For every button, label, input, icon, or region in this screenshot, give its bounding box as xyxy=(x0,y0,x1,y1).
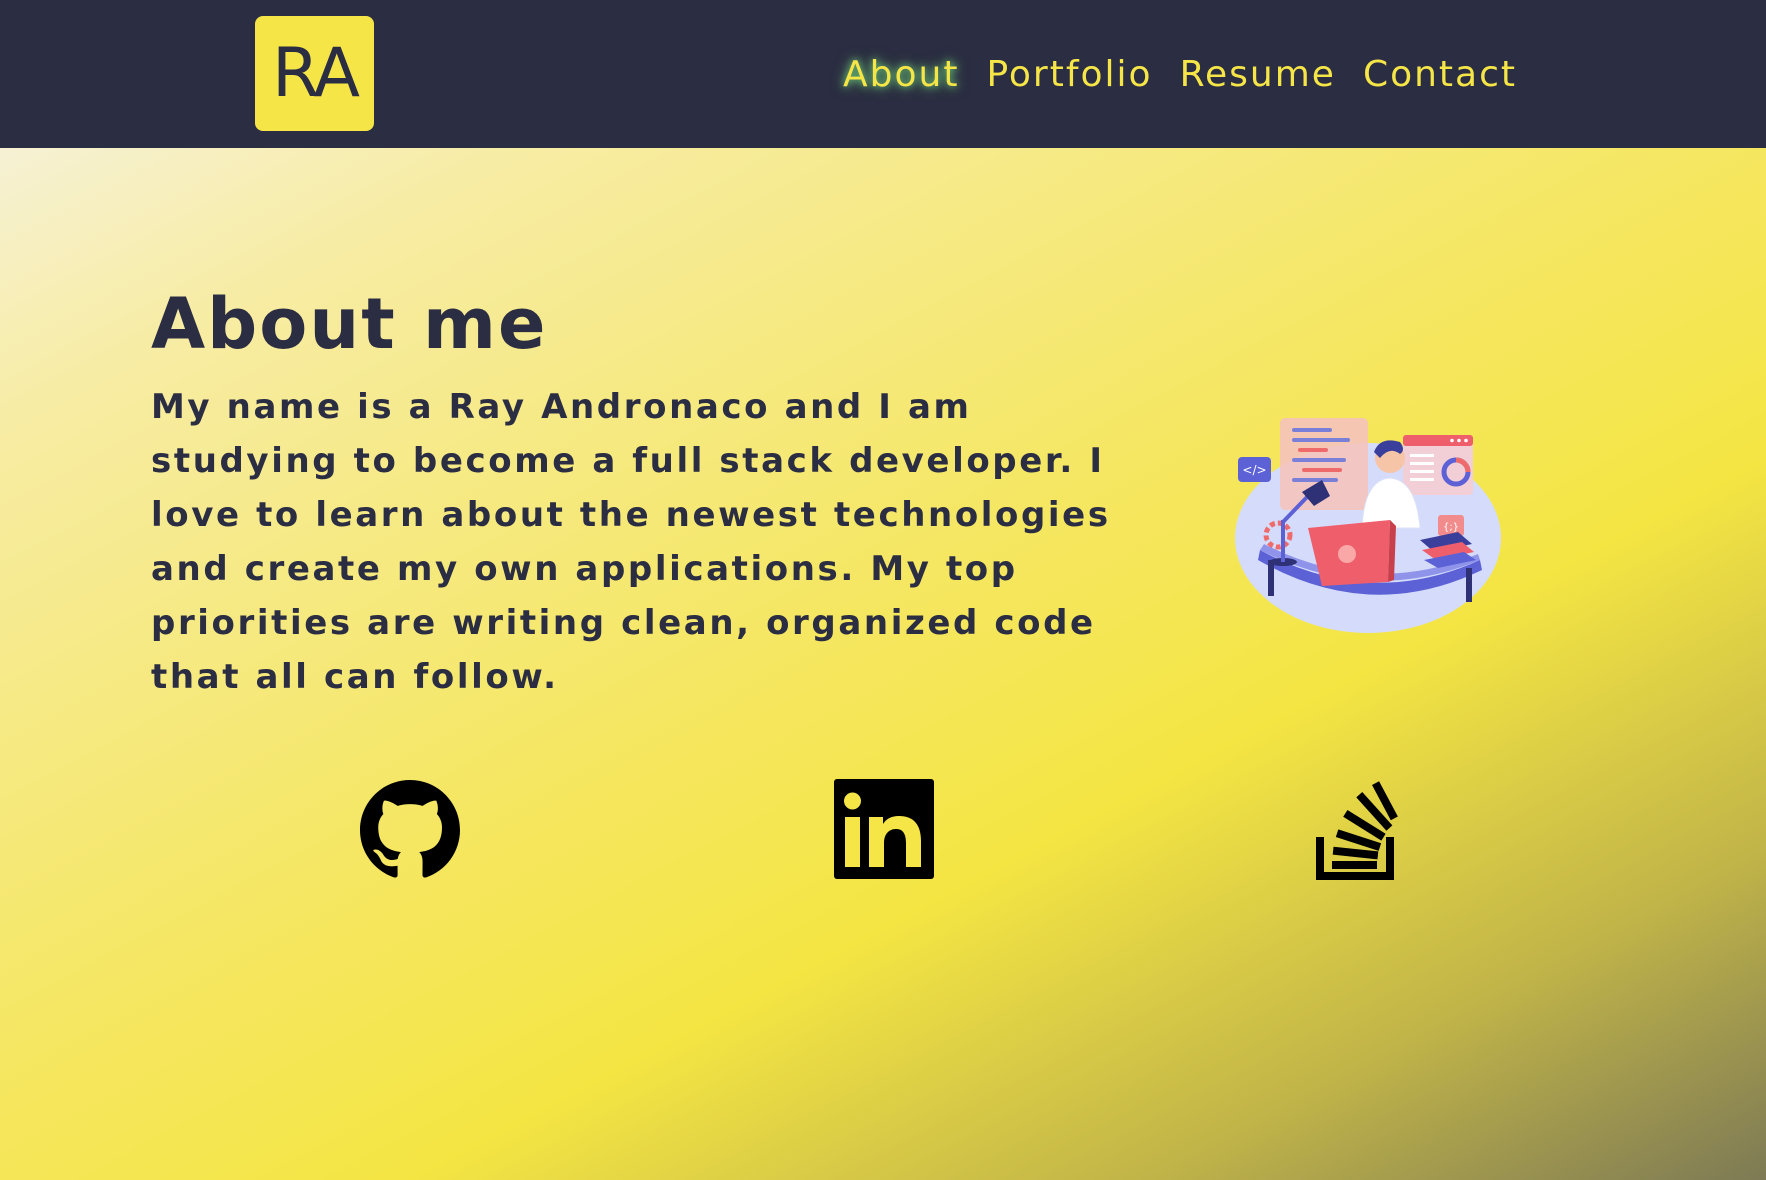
github-link[interactable] xyxy=(359,780,461,880)
main-nav: About Portfolio Resume Contact xyxy=(843,48,1517,102)
stackoverflow-icon xyxy=(1316,781,1398,880)
stackoverflow-link[interactable] xyxy=(1314,777,1400,881)
nav-portfolio-link[interactable]: Portfolio xyxy=(986,48,1152,102)
about-paragraph: My name is a Ray Andronaco and I am stud… xyxy=(151,387,1111,697)
nav-contact-link[interactable]: Contact xyxy=(1363,48,1517,102)
developer-illustration: </> {;} xyxy=(1235,418,1501,633)
nav-resume-link[interactable]: Resume xyxy=(1180,48,1336,102)
logo-text: RA xyxy=(271,34,360,113)
page-title: About me xyxy=(151,283,548,365)
logo[interactable]: RA xyxy=(255,16,374,131)
linkedin-link[interactable] xyxy=(834,779,934,879)
svg-text:</>: </> xyxy=(1242,463,1266,477)
nav-about-link[interactable]: About xyxy=(843,48,959,102)
svg-text:{;}: {;} xyxy=(1443,522,1459,533)
navbar: RA About Portfolio Resume Contact xyxy=(0,0,1766,148)
linkedin-icon xyxy=(834,779,934,879)
github-icon xyxy=(360,780,460,878)
